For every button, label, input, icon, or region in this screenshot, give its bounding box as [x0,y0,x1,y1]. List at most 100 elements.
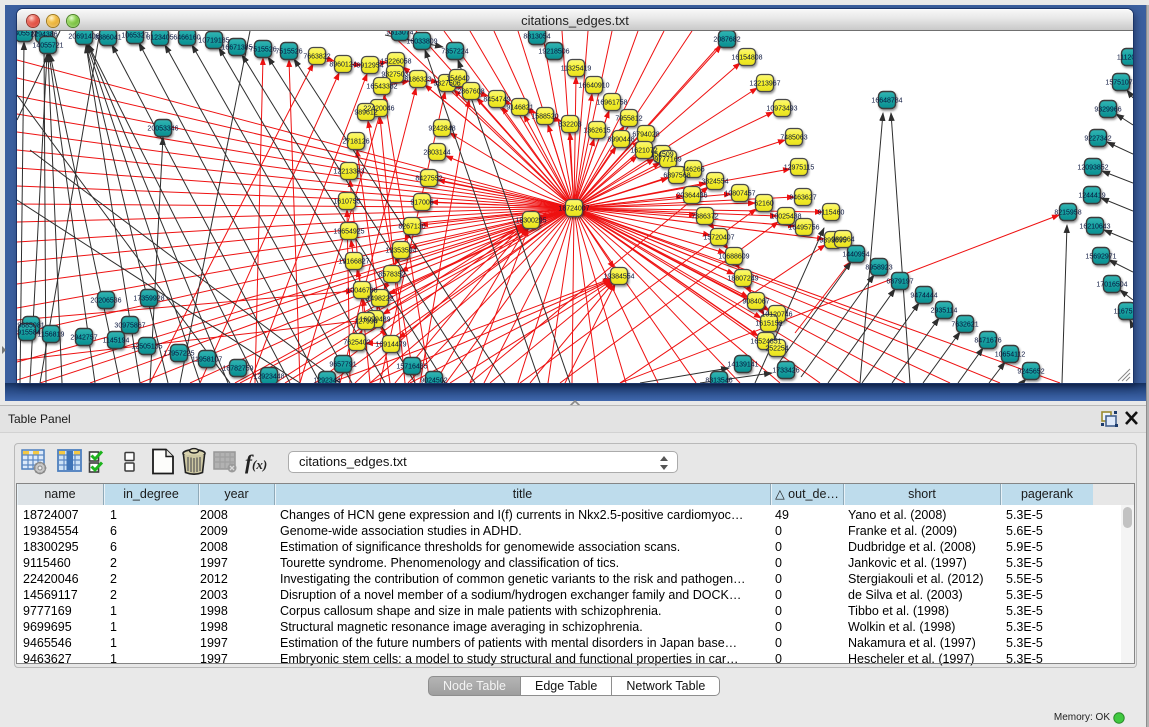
svg-text:1145194: 1145194 [103,338,130,345]
svg-text:2942757: 2942757 [70,335,97,342]
svg-text:18724007: 18724007 [558,206,589,213]
svg-text:16495756: 16495756 [788,225,819,232]
svg-text:8454749: 8454749 [483,97,510,104]
svg-text:8427552: 8427552 [415,176,442,183]
svg-text:7515526: 7515526 [249,47,276,54]
svg-text:15751074: 15751074 [1105,80,1133,87]
svg-text:8578352: 8578352 [378,272,405,279]
svg-text:10046796: 10046796 [346,288,377,295]
svg-text:1733426: 1733426 [772,368,799,375]
svg-text:9313074: 9313074 [386,31,413,37]
svg-text:8186323: 8186323 [404,77,431,84]
svg-text:19384554: 19384554 [603,274,634,281]
svg-text:9084067: 9084067 [742,299,769,306]
svg-text:12213383: 12213383 [333,169,364,176]
svg-text:16154808: 16154808 [731,55,762,62]
svg-text:832203: 832203 [558,122,581,129]
svg-text:10688609: 10688609 [718,254,749,261]
svg-text:19654925: 19654925 [333,229,364,236]
svg-text:917006: 917006 [410,200,433,207]
svg-text:8267130: 8267130 [398,224,425,231]
svg-text:10120746: 10120746 [761,312,792,319]
svg-text:16914479: 16914479 [375,342,406,349]
svg-text:20206536: 20206536 [90,298,121,305]
svg-text:10807457: 10807457 [724,191,755,198]
svg-text:154640: 154640 [446,76,469,83]
svg-text:8313546: 8313546 [705,378,732,384]
svg-text:1615152: 1615152 [755,321,782,328]
svg-text:11325419: 11325419 [561,66,592,73]
svg-text:2087682: 2087682 [713,37,740,44]
svg-text:18807249: 18807249 [727,276,758,283]
svg-text:7515526: 7515526 [275,49,302,56]
svg-text:9329966: 9329966 [1094,107,1121,114]
svg-text:2867608: 2867608 [457,89,484,96]
svg-text:9227342: 9227342 [1084,136,1111,143]
svg-text:11958107: 11958107 [192,357,223,364]
svg-text:10719185: 10719185 [198,38,229,45]
svg-text:7955812: 7955812 [615,116,642,123]
svg-text:6879197: 6879197 [886,279,913,286]
svg-text:9242848: 9242848 [428,126,455,133]
svg-text:2935114: 2935114 [931,308,958,315]
svg-text:16640910: 16640910 [578,83,609,90]
svg-text:15716485: 15716485 [396,364,427,371]
svg-text:9463627: 9463627 [789,195,816,202]
svg-text:1156819: 1156819 [38,332,65,339]
svg-text:989612: 989612 [354,110,377,117]
svg-text:746266: 746266 [681,167,704,174]
svg-text:7663822: 7663822 [303,54,330,61]
svg-text:1362615: 1362615 [583,128,610,135]
svg-text:7357224: 7357224 [441,49,468,56]
svg-text:10654112: 10654112 [995,352,1026,359]
svg-text:17359928: 17359928 [133,296,164,303]
svg-text:3824554: 3824554 [701,179,728,186]
svg-text:8960124: 8960124 [329,62,356,69]
svg-text:9777169: 9777169 [654,157,681,164]
svg-text:1292344: 1292344 [313,378,340,384]
svg-text:1588520: 1588520 [531,114,558,121]
svg-text:9474444: 9474444 [910,293,937,300]
svg-text:1498222: 1498222 [366,296,393,303]
svg-text:6794028: 6794028 [632,132,659,139]
svg-text:15692971: 15692971 [1085,254,1116,261]
svg-text:17957225: 17957225 [163,351,194,358]
svg-text:9657791: 9657791 [329,362,356,369]
svg-text:16782759: 16782759 [222,366,253,373]
svg-text:1112085: 1112085 [1117,55,1133,62]
svg-text:1167533: 1167533 [1114,309,1133,316]
svg-text:7485063: 7485063 [780,135,807,142]
svg-text:16033809: 16033809 [406,39,437,46]
svg-text:18300295: 18300295 [515,218,546,225]
svg-text:9245652: 9245652 [1017,369,1044,376]
svg-text:19218506: 19218506 [538,49,569,56]
svg-text:17016504: 17016504 [1096,282,1127,289]
svg-text:1244419: 1244419 [1078,193,1105,200]
svg-text:9115460: 9115460 [818,210,845,217]
svg-text:6466160: 6466160 [173,35,200,42]
svg-text:127994: 127994 [354,319,377,326]
svg-text:1065327: 1065327 [121,33,148,40]
svg-text:12975115: 12975115 [784,165,815,172]
svg-text:8123405: 8123405 [146,35,173,42]
svg-text:1610755: 1610755 [333,199,360,206]
svg-text:19166827: 19166827 [338,259,369,266]
svg-text:16210643: 16210643 [1079,224,1110,231]
svg-text:12353594: 12353594 [385,248,416,255]
svg-text:20053346: 20053346 [147,126,178,133]
svg-text:12093852: 12093852 [1077,165,1108,172]
svg-text:16961758: 16961758 [596,100,627,107]
svg-text:16543382: 16543382 [366,84,397,91]
svg-text:7386372: 7386372 [691,214,718,221]
svg-text:8990448: 8990448 [607,137,634,144]
svg-text:10973493: 10973493 [766,106,797,113]
svg-text:16524851: 16524851 [750,339,781,346]
svg-text:8958923: 8958923 [865,265,892,272]
svg-text:8215958: 8215958 [1054,210,1081,217]
svg-text:62160: 62160 [754,201,774,208]
svg-text:15720407: 15720407 [703,235,734,242]
svg-text:14139141: 14139141 [727,362,758,369]
svg-text:12505135: 12505135 [131,344,162,351]
svg-text:989964: 989964 [831,237,854,244]
svg-text:8813054: 8813054 [523,34,550,41]
